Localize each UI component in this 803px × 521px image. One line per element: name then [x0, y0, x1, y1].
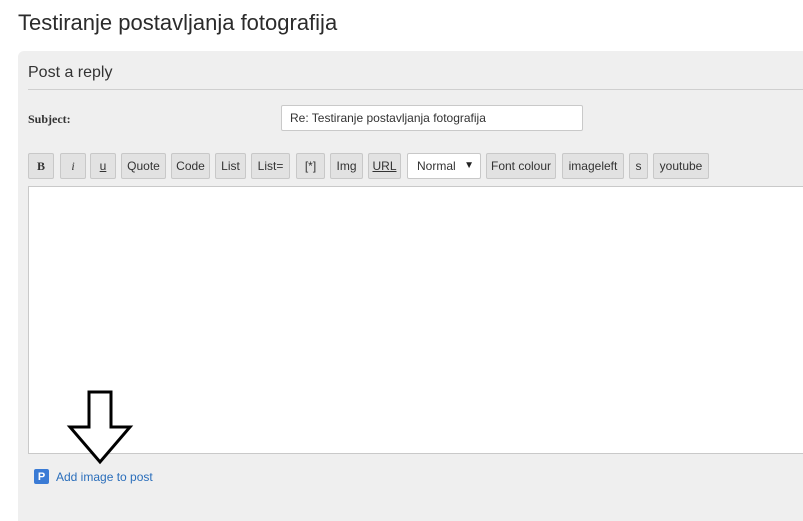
add-image-label: Add image to post [56, 469, 153, 484]
panel-title: Post a reply [28, 64, 113, 81]
list-item-button[interactable]: [*] [296, 153, 325, 179]
url-button[interactable]: URL [368, 153, 401, 179]
strikethrough-button[interactable]: s [629, 153, 648, 179]
post-reply-panel: Post a reply Subject: B i u Quote Code L… [18, 51, 803, 521]
img-button[interactable]: Img [330, 153, 363, 179]
code-button[interactable]: Code [171, 153, 210, 179]
subject-label: Subject: [28, 112, 71, 126]
subject-input[interactable] [281, 105, 583, 131]
add-image-link[interactable]: P Add image to post [34, 469, 153, 484]
page-title: Testiranje postavljanja fotografija [18, 10, 338, 35]
down-arrow-outline-icon [66, 390, 134, 465]
italic-button[interactable]: i [60, 153, 86, 179]
youtube-button[interactable]: youtube [653, 153, 709, 179]
list-ordered-button[interactable]: List= [251, 153, 290, 179]
list-button[interactable]: List [215, 153, 246, 179]
underline-button[interactable]: u [90, 153, 116, 179]
postimage-icon: P [34, 469, 49, 484]
bold-button[interactable]: B [28, 153, 54, 179]
panel-divider [28, 89, 803, 90]
message-editor[interactable] [28, 186, 803, 454]
dropdown-arrow-icon: ▼ [464, 160, 474, 171]
font-size-select[interactable]: Normal ▼ [407, 153, 481, 179]
quote-button[interactable]: Quote [121, 153, 166, 179]
imageleft-button[interactable]: imageleft [562, 153, 624, 179]
font-colour-button[interactable]: Font colour [486, 153, 556, 179]
font-size-value: Normal [417, 159, 456, 173]
